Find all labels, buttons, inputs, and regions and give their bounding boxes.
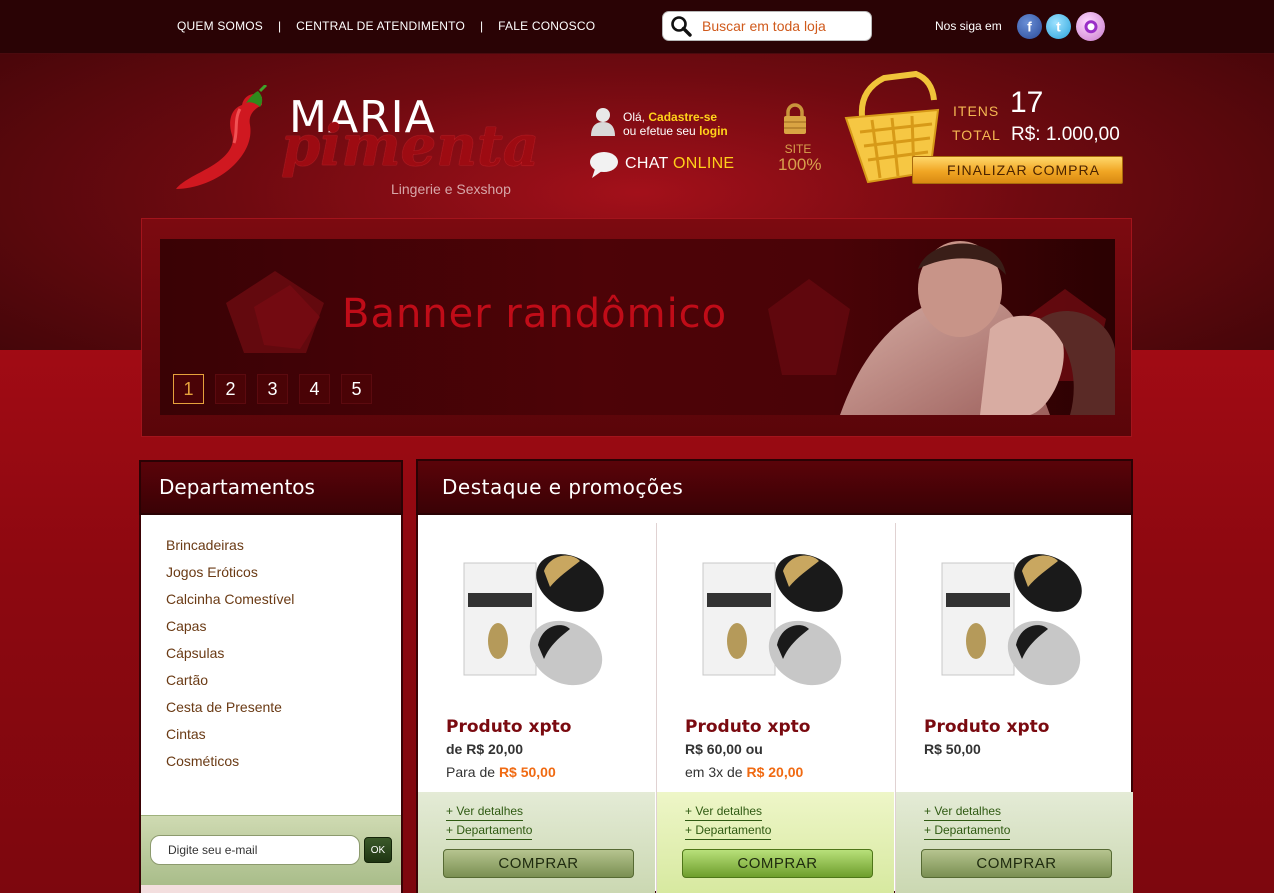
price-value: R$ 20,00 [466,741,524,757]
pepper-logo-icon[interactable] [170,83,280,200]
flickr-icon[interactable] [1076,12,1105,41]
price-prefix: Para de [446,764,496,780]
view-details-link[interactable]: + Ver detalhes [446,802,524,821]
departments-title: Departamentos [159,475,315,499]
follow-label: Nos siga em [935,19,1002,33]
logo-tagline: Lingerie e Sexshop [391,181,511,197]
lock-icon [783,103,807,140]
search-input[interactable] [702,18,862,34]
hello-prefix: Olá, [623,110,646,124]
price-prefix: em 3x de [685,764,743,780]
banner-page-5[interactable]: 5 [341,374,372,404]
chat-status: ONLINE [673,155,735,172]
department-item[interactable]: Calcinha Comestível [166,591,294,618]
departments-list: Brincadeiras Jogos Eróticos Calcinha Com… [166,537,294,780]
logo-text-pimenta: pimenta [281,113,540,179]
login-prefix: ou efetue seu [623,124,696,138]
featured-title: Destaque e promoções [442,475,684,499]
search-box [662,11,872,41]
price-value: R$ 20,00 [746,764,804,780]
chat-label: CHAT [625,155,669,172]
department-link[interactable]: + Departamento [924,821,1011,840]
department-item[interactable]: Jogos Eróticos [166,564,294,591]
department-item[interactable]: Capas [166,618,294,645]
top-nav: QUEM SOMOS | CENTRAL DE ATENDIMENTO | FA… [177,19,595,33]
newsletter-ok-button[interactable]: OK [364,837,392,863]
department-item[interactable]: Cosméticos [166,753,294,780]
banner-page-2[interactable]: 2 [215,374,246,404]
banner-photo [800,239,1115,415]
department-item[interactable]: Cintas [166,726,294,753]
product-image[interactable] [458,541,618,701]
login-link[interactable]: login [699,124,728,138]
cart-items-label: ITENS [953,103,1000,119]
department-item[interactable]: Cesta de Presente [166,699,294,726]
buy-button[interactable]: COMPRAR [682,849,873,878]
secure-site-badge: SITE 100% [778,141,822,174]
price-prefix: de [446,741,463,757]
product-card: Produto xpto de R$ 20,00 Para de R$ 50,0… [418,523,656,893]
buy-button[interactable]: COMPRAR [921,849,1112,878]
banner-title: Banner randômico [342,291,728,337]
twitter-icon[interactable]: t [1046,14,1071,39]
banner-page-3[interactable]: 3 [257,374,288,404]
secure-line-2: 100% [778,155,822,174]
nav-fale-conosco[interactable]: FALE CONOSCO [498,19,595,33]
department-item[interactable]: Cápsulas [166,645,294,672]
pentagon-decoration [226,271,324,353]
department-item[interactable]: Cartão [166,672,294,699]
product-price-full: R$ 60,00 ou [685,741,763,757]
price-value: R$ 60,00 ou [685,741,763,757]
price-value: R$ 50,00 [498,764,556,780]
product-price-old: de R$ 20,00 [446,741,523,757]
department-link[interactable]: + Departamento [446,821,533,840]
view-details-link[interactable]: + Ver detalhes [685,802,763,821]
user-icon [590,106,616,136]
login-greeting: Olá, Cadastre-se ou efetue seu login [623,110,728,138]
product-image[interactable] [936,541,1096,701]
newsletter-email-input[interactable] [150,835,360,865]
product-name[interactable]: Produto xpto [685,717,810,737]
product-links: + Ver detalhes + Departamento [685,802,772,840]
nav-separator: | [480,19,484,33]
view-details-link[interactable]: + Ver detalhes [924,802,1002,821]
checkout-button[interactable]: FINALIZAR COMPRA [912,156,1123,184]
banner-page-4[interactable]: 4 [299,374,330,404]
product-installments: em 3x de R$ 20,00 [685,764,803,780]
facebook-icon[interactable]: f [1017,14,1042,39]
cart-items-count: 17 [1010,86,1044,119]
department-item[interactable]: Brincadeiras [166,537,294,564]
product-name[interactable]: Produto xpto [924,717,1049,737]
sidebar-footer [141,885,401,893]
search-icon[interactable] [670,15,692,37]
product-links: + Ver detalhes + Departamento [924,802,1011,840]
banner-page-1[interactable]: 1 [173,374,204,404]
featured-header: Destaque e promoções [416,459,1133,515]
product-card: Produto xpto R$ 60,00 ou em 3x de R$ 20,… [656,523,894,893]
buy-button[interactable]: COMPRAR [443,849,634,878]
department-link[interactable]: + Departamento [685,821,772,840]
banner-pager: 1 2 3 4 5 [173,374,383,404]
nav-central-atendimento[interactable]: CENTRAL DE ATENDIMENTO [296,19,465,33]
nav-quem-somos[interactable]: QUEM SOMOS [177,19,263,33]
product-links: + Ver detalhes + Departamento [446,802,533,840]
signup-link[interactable]: Cadastre-se [648,110,717,124]
product-name[interactable]: Produto xpto [446,717,571,737]
product-image[interactable] [697,541,857,701]
product-price: R$ 50,00 [924,741,981,757]
cart-total-label: TOTAL [952,127,1001,143]
product-card: Produto xpto R$ 50,00 + Ver detalhes + D… [895,523,1133,893]
nav-separator: | [278,19,282,33]
product-price-new: Para de R$ 50,00 [446,764,556,780]
cart-total-value: R$: 1.000,00 [1011,124,1120,145]
departments-header: Departamentos [139,460,403,515]
top-bar: QUEM SOMOS | CENTRAL DE ATENDIMENTO | FA… [0,0,1274,54]
chat-bubble-icon[interactable] [589,151,619,184]
chat-online-link[interactable]: CHAT ONLINE [625,155,734,173]
